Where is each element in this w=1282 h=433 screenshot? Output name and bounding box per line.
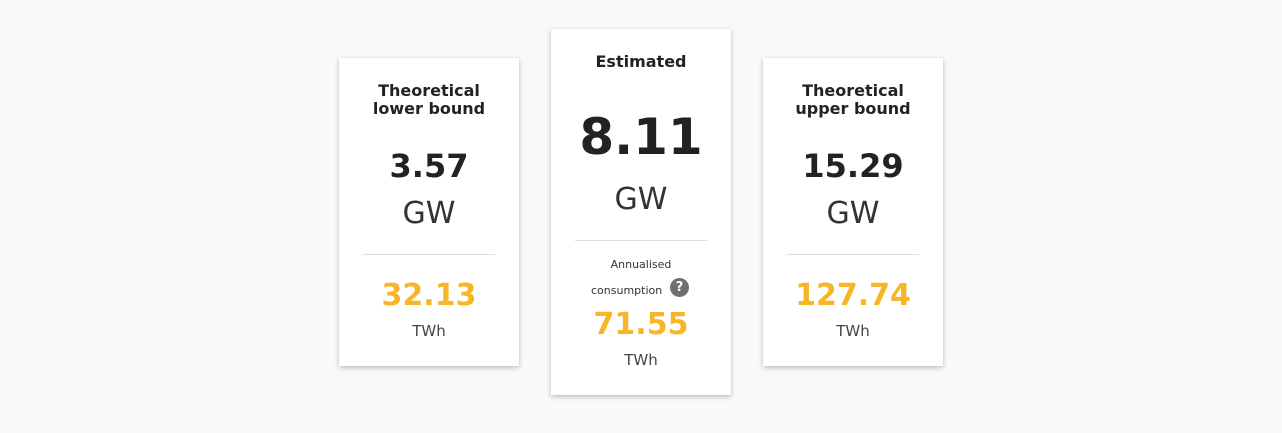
estimated-card: Estimated 8.11 GW Annualised consumption… <box>551 29 731 395</box>
divider <box>363 254 495 255</box>
upper-bound-card: Theoretical upper bound 15.29 GW 127.74 … <box>763 58 943 366</box>
card-title-line: Theoretical <box>802 81 904 100</box>
card-title: Theoretical lower bound <box>339 82 519 118</box>
power-value: 8.11 <box>579 108 703 166</box>
power-value: 15.29 <box>802 147 904 185</box>
energy-value: 71.55 <box>593 307 689 342</box>
power-value: 3.57 <box>389 147 469 185</box>
consumption-label-line1: Annualised <box>610 258 672 271</box>
energy-unit: TWh <box>624 351 658 369</box>
card-title-line: lower bound <box>372 99 486 118</box>
card-title-line: upper bound <box>795 99 911 118</box>
energy-value: 32.13 <box>381 278 477 313</box>
lower-bound-card: Theoretical lower bound 3.57 GW 32.13 TW… <box>339 58 519 366</box>
question-circle-icon[interactable]: ? <box>670 278 689 297</box>
divider <box>787 254 919 255</box>
energy-unit: TWh <box>836 322 870 340</box>
card-title: Estimated <box>595 52 687 71</box>
divider <box>575 240 707 241</box>
energy-unit: TWh <box>412 322 446 340</box>
consumption-label-line2: consumption <box>591 284 663 297</box>
power-unit: GW <box>402 196 456 231</box>
card-title-line: Theoretical <box>378 81 480 100</box>
power-unit: GW <box>614 182 668 217</box>
card-title: Theoretical upper bound <box>763 82 943 118</box>
energy-value: 127.74 <box>795 278 911 313</box>
power-unit: GW <box>826 196 880 231</box>
